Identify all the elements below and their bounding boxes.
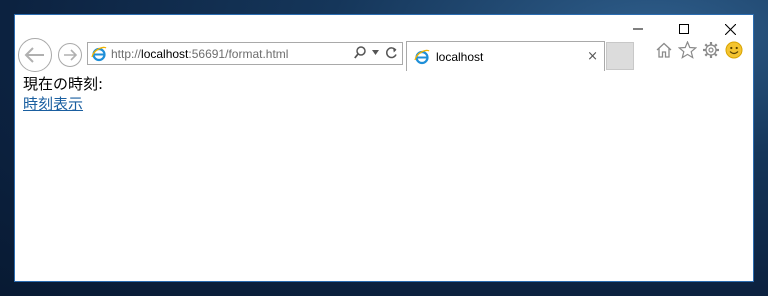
internet-explorer-icon	[91, 46, 107, 61]
new-tab-button[interactable]	[606, 42, 634, 70]
back-button[interactable]	[18, 38, 52, 72]
star-icon[interactable]	[678, 41, 697, 59]
internet-explorer-icon	[414, 49, 430, 64]
browser-window: http://localhost:56691/format.html local…	[14, 14, 754, 282]
refresh-icon[interactable]	[385, 46, 398, 59]
maximize-icon	[679, 24, 689, 34]
address-bar[interactable]: http://localhost:56691/format.html	[87, 42, 403, 65]
back-arrow-icon	[24, 47, 44, 63]
minimize-icon	[633, 28, 643, 30]
tab-title: localhost	[436, 49, 484, 64]
navigation-toolbar: http://localhost:56691/format.html local…	[15, 37, 753, 72]
gear-icon[interactable]	[702, 41, 720, 59]
tab-close-button[interactable]: ×	[587, 49, 598, 64]
search-dropdown-chevron-down-icon[interactable]	[372, 50, 379, 55]
forward-button[interactable]	[58, 43, 82, 67]
search-icon[interactable]	[354, 46, 366, 59]
home-icon[interactable]	[655, 41, 673, 59]
forward-arrow-icon	[64, 49, 77, 61]
url-text: http://localhost:56691/format.html	[111, 46, 289, 61]
smiley-icon[interactable]	[725, 41, 743, 59]
show-time-link[interactable]: 時刻表示	[23, 95, 83, 113]
tab-localhost[interactable]: localhost ×	[406, 41, 605, 71]
page-content: 現在の時刻: 時刻表示	[23, 75, 103, 114]
close-icon	[724, 23, 736, 35]
current-time-label: 現在の時刻:	[23, 75, 104, 93]
